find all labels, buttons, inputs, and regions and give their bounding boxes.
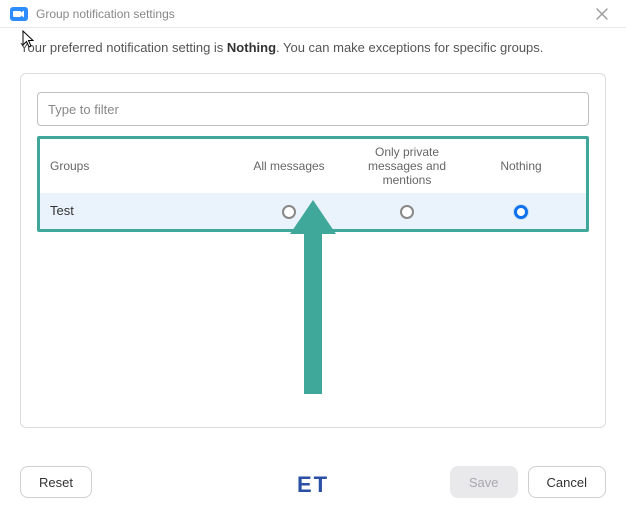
header-nothing: Nothing (466, 159, 576, 173)
desc-suffix: . You can make exceptions for specific g… (276, 40, 543, 55)
filter-input[interactable] (37, 92, 589, 126)
reset-button[interactable]: Reset (20, 466, 92, 498)
table-header: Groups All messages Only private message… (40, 139, 586, 193)
radio-nothing[interactable] (514, 205, 528, 219)
dialog-footer: Reset Save Cancel (0, 452, 626, 516)
zoom-app-icon (10, 7, 28, 21)
save-button[interactable]: Save (450, 466, 518, 498)
annotation-arrow-icon (290, 200, 336, 394)
header-mentions: Only private messages and mentions (348, 145, 466, 187)
cell-nothing (466, 203, 576, 219)
cancel-button[interactable]: Cancel (528, 466, 606, 498)
desc-setting: Nothing (227, 40, 276, 55)
row-group-name: Test (50, 203, 230, 218)
desc-prefix: Your preferred notification setting is (20, 40, 227, 55)
close-button[interactable] (588, 4, 616, 24)
radio-mentions[interactable] (400, 205, 414, 219)
cell-mentions (348, 203, 466, 219)
settings-panel: Groups All messages Only private message… (20, 73, 606, 428)
header-groups: Groups (50, 159, 230, 173)
titlebar: Group notification settings (0, 0, 626, 28)
header-all-messages: All messages (230, 159, 348, 173)
window-title: Group notification settings (36, 7, 588, 21)
description-text: Your preferred notification setting is N… (0, 28, 626, 59)
